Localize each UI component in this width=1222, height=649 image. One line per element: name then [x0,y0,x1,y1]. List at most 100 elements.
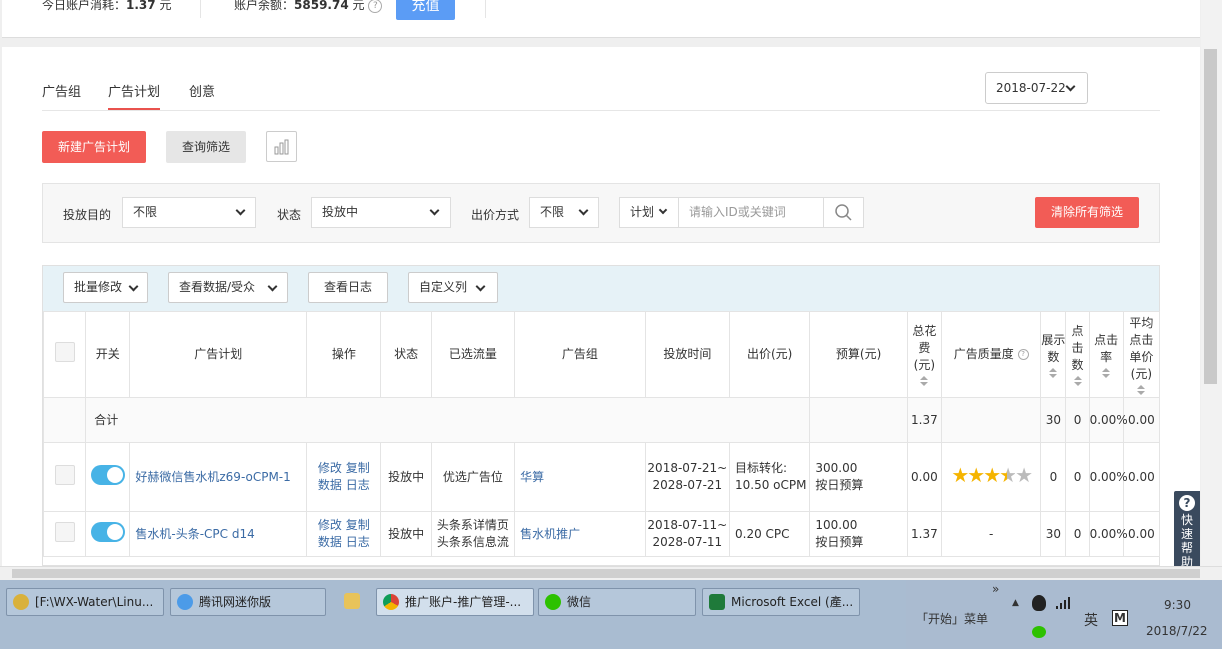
plan-switch-toggle[interactable] [90,521,125,542]
recharge-button[interactable]: 充值 [396,0,455,20]
tab-ad-group[interactable]: 广告组 [42,81,81,100]
plan-name-link[interactable]: 好赫微信售水机z69-oCPM-1 [129,442,308,512]
status-cell: 投放中 [380,442,432,512]
scroll-thumb[interactable] [1204,49,1217,384]
taskbar-item-chrome[interactable]: 推广账户-推广管理-... [376,588,534,616]
log-link[interactable]: 日志 [346,535,370,549]
col-plan: 广告计划 [129,311,308,398]
date-select[interactable]: 2018-07-22 [985,72,1088,104]
plan-name-link[interactable]: 售水机-头条-CPC d14 [129,511,308,557]
batch-edit-button[interactable]: 批量修改 [63,272,148,303]
log-link[interactable]: 日志 [346,478,370,492]
clock-time[interactable]: 9:30 [1164,598,1191,612]
col-cpc[interactable]: 平均点击单价(元) [1122,311,1161,398]
table-toolbar: 批量修改 查看数据/受众 查看日志 自定义列 [43,266,1159,311]
search-scope-select[interactable]: 计划 [620,198,679,227]
plan-switch-toggle[interactable] [90,464,125,485]
summary-impr: 30 [1040,397,1067,443]
ime-mode-icon[interactable]: M [1112,610,1128,626]
tray-expand-icon[interactable]: » [992,582,999,596]
taskbar-item-wechat[interactable]: 微信 [538,588,696,616]
col-ctr[interactable]: 点击率 [1088,311,1124,398]
plan-table: 开关 广告计划 操作 状态 已选流量 广告组 投放时间 出价(元) 预算(元) … [42,311,1161,557]
view-log-button[interactable]: 查看日志 [308,272,388,303]
col-clicks[interactable]: 点击数 [1065,311,1090,398]
impr-cell: 0 [1040,442,1067,512]
taskbar-item-excel[interactable]: Microsoft Excel (產... [702,588,860,616]
browser-viewport: 今日账户消耗：1.37 元 账户余额：5859.74 元 ? 充值 广告组 广告… [0,0,1222,566]
bid-method-select[interactable]: 不限 [529,197,599,228]
star-icon: ★ [1015,463,1033,487]
taskbar-item-tencent[interactable]: 腾讯网迷你版 [170,588,326,616]
cost-cell: 0.00 [906,442,942,512]
qq-icon[interactable] [1032,595,1046,611]
chevron-down-icon [429,205,440,216]
sort-icon[interactable] [920,376,929,386]
search-input[interactable]: 请输入ID或关键词 [689,198,786,227]
ad-group-link[interactable]: 售水机推广 [514,511,646,557]
help-icon[interactable]: ? [368,0,383,13]
bid-cell: 目标转化: 10.50 oCPM [729,442,811,512]
wechat-tray-icon[interactable] [1032,626,1046,638]
select-all-checkbox[interactable] [54,342,75,362]
tray-up-arrow-icon[interactable]: ▲ [1012,598,1019,608]
col-budget: 预算(元) [809,311,908,398]
query-filter-button[interactable]: 查询筛选 [166,131,246,163]
scroll-thumb[interactable] [12,569,1200,578]
divider [200,0,201,18]
data-link[interactable]: 数据 [318,535,342,549]
cost-cell: 1.37 [906,511,942,557]
help-icon[interactable]: ? [1017,349,1029,360]
divider [485,0,486,18]
copy-link[interactable]: 复制 [346,461,370,475]
sort-icon[interactable] [1137,384,1146,395]
col-bid: 出价(元) [729,311,811,398]
status-label: 状态 [277,208,302,222]
goal-select[interactable]: 不限 [122,197,256,228]
copy-link[interactable]: 复制 [346,518,370,532]
edit-link[interactable]: 修改 [318,518,342,532]
status-select[interactable]: 投放中 [311,197,451,228]
edit-link[interactable]: 修改 [318,461,342,475]
star-icon: ★ [951,463,969,487]
row-checkbox[interactable] [54,521,75,542]
table-header: 开关 广告计划 操作 状态 已选流量 广告组 投放时间 出价(元) 预算(元) … [42,311,1161,398]
sort-icon[interactable] [1102,367,1111,378]
view-data-button[interactable]: 查看数据/受众 [168,272,288,303]
horizontal-scrollbar[interactable] [0,566,1222,580]
signal-icon[interactable] [1056,597,1072,612]
taskbar-item-explorer[interactable] [338,588,366,616]
col-impr[interactable]: 展示数 [1040,311,1067,398]
ime-indicator[interactable]: 英 [1084,610,1098,630]
ctr-cell: 0.00% [1088,442,1128,512]
taskbar-item-terminal[interactable]: [F:\WX-Water\Linu... [6,588,164,616]
custom-columns-button[interactable]: 自定义列 [408,272,498,303]
ad-group-link[interactable]: 华算 [514,442,646,512]
app-icon [177,594,193,610]
quick-help-button[interactable]: ? 快速帮助 [1174,491,1200,566]
clock-date[interactable]: 2018/7/22 [1146,624,1208,638]
app-icon [13,594,29,610]
chart-toggle-button[interactable] [266,131,297,162]
tab-creative[interactable]: 创意 [189,81,215,100]
tab-ad-plan[interactable]: 广告计划 [108,81,161,110]
vertical-scrollbar[interactable] [1201,0,1222,566]
system-tray: » 「开始」菜单 ▲ 英 M 9:30 2018/7/22 [906,580,1222,649]
search-button[interactable] [823,198,863,227]
traffic-cell: 头条系详情页 头条系信息流 [430,511,516,557]
half-star-icon: ★ [999,463,1017,487]
row-checkbox[interactable] [54,464,75,485]
clear-filters-button[interactable]: 清除所有筛选 [1035,197,1139,228]
start-menu-label[interactable]: 「开始」菜单 [916,610,988,627]
bid-cell: 0.20 CPC [729,511,811,557]
chevron-down-icon [658,205,668,215]
data-link[interactable]: 数据 [318,478,342,492]
col-cost[interactable]: 总花费(元) [906,311,942,398]
chevron-down-icon [235,205,246,216]
sort-icon[interactable] [1049,367,1058,378]
summary-clicks: 0 [1065,397,1090,443]
cpc-cell: 0.00 [1122,511,1161,557]
new-plan-button[interactable]: 新建广告计划 [42,131,146,163]
today-spend: 今日账户消耗：1.37 元 [42,0,172,12]
sort-icon[interactable] [1073,376,1082,386]
